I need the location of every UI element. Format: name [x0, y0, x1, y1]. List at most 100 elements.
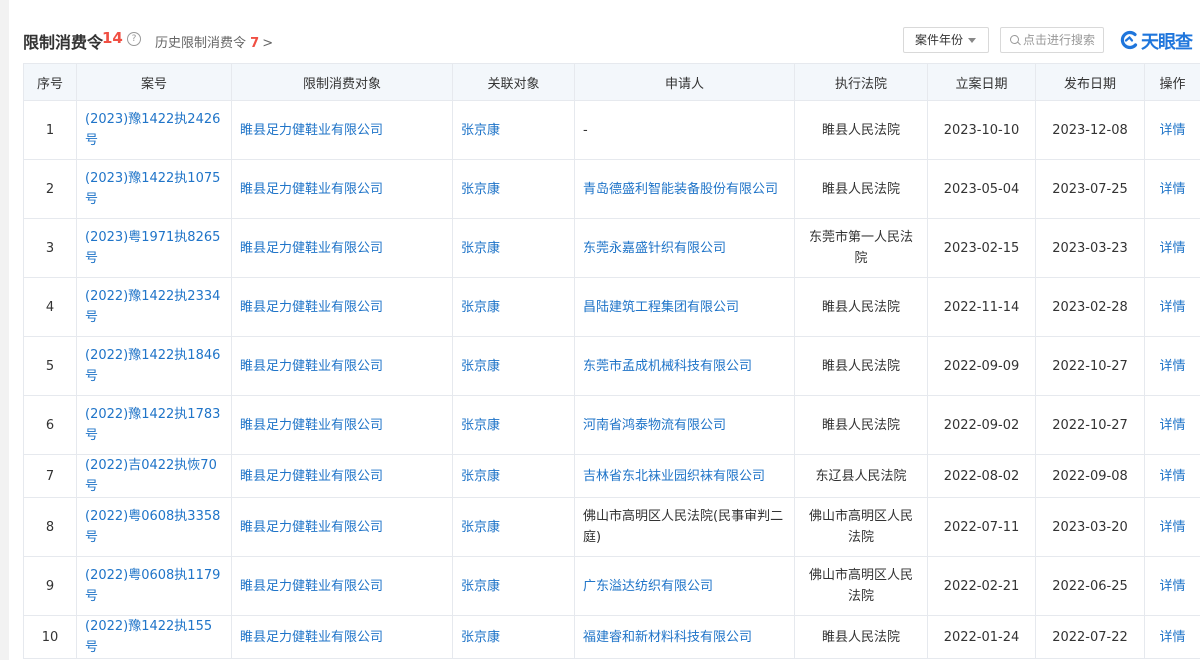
related-person-link[interactable]: 张京康: [452, 100, 575, 160]
row-number: 9: [23, 556, 77, 616]
table-row: 9 (2022)粤0608执1179号 睢县足力健鞋业有限公司 张京康 广东溢达…: [23, 556, 1200, 616]
table-row: 2 (2023)豫1422执1075号 睢县足力健鞋业有限公司 张京康 青岛德盛…: [23, 159, 1200, 219]
applicant-link[interactable]: 东莞市孟成机械科技有限公司: [574, 336, 795, 396]
history-restriction-link[interactable]: 历史限制消费令 7 >: [155, 32, 273, 51]
logo-text: 天眼查: [1141, 32, 1193, 53]
column-header: 限制消费对象: [231, 63, 453, 101]
related-person-link[interactable]: 张京康: [452, 615, 575, 659]
record-count: 14: [102, 29, 123, 47]
filing-date: 2022-09-09: [927, 336, 1036, 396]
details-link[interactable]: 详情: [1144, 615, 1200, 659]
details-link[interactable]: 详情: [1144, 218, 1200, 278]
court-text: 东辽县人民法院: [794, 454, 928, 498]
publish-date: 2023-03-23: [1035, 218, 1145, 278]
restricted-company-link[interactable]: 睢县足力健鞋业有限公司: [231, 218, 453, 278]
table-row: 10 (2022)豫1422执155号 睢县足力健鞋业有限公司 张京康 福建睿和…: [23, 615, 1200, 659]
table-row: 3 (2023)粤1971执8265号 睢县足力健鞋业有限公司 张京康 东莞永嘉…: [23, 218, 1200, 278]
search-input[interactable]: [1023, 31, 1101, 49]
publish-date: 2023-02-28: [1035, 277, 1145, 337]
court-text: 睢县人民法院: [794, 395, 928, 455]
case-number-link[interactable]: (2022)豫1422执1846号: [76, 336, 232, 396]
case-number-link[interactable]: (2023)豫1422执1075号: [76, 159, 232, 219]
related-person-link[interactable]: 张京康: [452, 218, 575, 278]
column-header: 序号: [23, 63, 77, 101]
chevron-right-icon: >: [262, 36, 274, 51]
court-text: 佛山市高明区人民法院: [794, 497, 928, 557]
court-text: 睢县人民法院: [794, 159, 928, 219]
applicant-link[interactable]: 东莞永嘉盛针织有限公司: [574, 218, 795, 278]
case-number-link[interactable]: (2022)豫1422执155号: [76, 615, 232, 659]
details-link[interactable]: 详情: [1144, 395, 1200, 455]
table-row: 5 (2022)豫1422执1846号 睢县足力健鞋业有限公司 张京康 东莞市孟…: [23, 336, 1200, 396]
publish-date: 2022-06-25: [1035, 556, 1145, 616]
details-link[interactable]: 详情: [1144, 336, 1200, 396]
help-icon[interactable]: ?: [127, 32, 141, 46]
restriction-table-container: 序号 案号 限制消费对象 关联对象 申请人 执行法院 立案日期 发布日期 操作 …: [23, 63, 1200, 660]
publish-date: 2023-12-08: [1035, 100, 1145, 160]
row-number: 8: [23, 497, 77, 557]
case-number-link[interactable]: (2022)粤0608执1179号: [76, 556, 232, 616]
details-link[interactable]: 详情: [1144, 556, 1200, 616]
restricted-company-link[interactable]: 睢县足力健鞋业有限公司: [231, 395, 453, 455]
case-number-link[interactable]: (2022)吉0422执恢70号: [76, 454, 232, 498]
section-header: 限制消费令 14 ? 历史限制消费令 7> 案件年份 天眼查: [23, 22, 1200, 58]
row-number: 5: [23, 336, 77, 396]
publish-date: 2022-07-22: [1035, 615, 1145, 659]
restricted-company-link[interactable]: 睢县足力健鞋业有限公司: [231, 497, 453, 557]
details-link[interactable]: 详情: [1144, 100, 1200, 160]
court-text: 睢县人民法院: [794, 277, 928, 337]
case-number-link[interactable]: (2023)豫1422执2426号: [76, 100, 232, 160]
publish-date: 2022-10-27: [1035, 395, 1145, 455]
filing-date: 2022-01-24: [927, 615, 1036, 659]
details-link[interactable]: 详情: [1144, 497, 1200, 557]
column-header: 发布日期: [1035, 63, 1145, 101]
restricted-company-link[interactable]: 睢县足力健鞋业有限公司: [231, 159, 453, 219]
history-count: 7: [250, 36, 260, 51]
table-header-row: 序号 案号 限制消费对象 关联对象 申请人 执行法院 立案日期 发布日期 操作: [23, 63, 1200, 101]
applicant-link[interactable]: 吉林省东北袜业园织袜有限公司: [574, 454, 795, 498]
related-person-link[interactable]: 张京康: [452, 159, 575, 219]
case-year-select[interactable]: 案件年份: [903, 27, 989, 53]
applicant-link[interactable]: 广东溢达纺织有限公司: [574, 556, 795, 616]
filing-date: 2022-08-02: [927, 454, 1036, 498]
case-number-link[interactable]: (2022)豫1422执2334号: [76, 277, 232, 337]
case-year-label: 案件年份: [915, 33, 964, 47]
column-header: 立案日期: [927, 63, 1036, 101]
table-row: 4 (2022)豫1422执2334号 睢县足力健鞋业有限公司 张京康 昌陆建筑…: [23, 277, 1200, 337]
filing-date: 2022-09-02: [927, 395, 1036, 455]
column-header: 操作: [1144, 63, 1200, 101]
related-person-link[interactable]: 张京康: [452, 556, 575, 616]
details-link[interactable]: 详情: [1144, 277, 1200, 337]
court-text: 睢县人民法院: [794, 100, 928, 160]
applicant-text: -: [574, 100, 795, 160]
case-number-link[interactable]: (2023)粤1971执8265号: [76, 218, 232, 278]
related-person-link[interactable]: 张京康: [452, 454, 575, 498]
details-link[interactable]: 详情: [1144, 454, 1200, 498]
applicant-link[interactable]: 青岛德盛利智能装备股份有限公司: [574, 159, 795, 219]
restricted-company-link[interactable]: 睢县足力健鞋业有限公司: [231, 100, 453, 160]
filing-date: 2022-02-21: [927, 556, 1036, 616]
restricted-company-link[interactable]: 睢县足力健鞋业有限公司: [231, 336, 453, 396]
applicant-link[interactable]: 福建睿和新材料科技有限公司: [574, 615, 795, 659]
related-person-link[interactable]: 张京康: [452, 395, 575, 455]
details-link[interactable]: 详情: [1144, 159, 1200, 219]
column-header: 执行法院: [794, 63, 928, 101]
row-number: 3: [23, 218, 77, 278]
restricted-company-link[interactable]: 睢县足力健鞋业有限公司: [231, 556, 453, 616]
case-number-link[interactable]: (2022)豫1422执1783号: [76, 395, 232, 455]
related-person-link[interactable]: 张京康: [452, 336, 575, 396]
restricted-company-link[interactable]: 睢县足力健鞋业有限公司: [231, 454, 453, 498]
logo-icon: [1120, 30, 1138, 50]
column-header: 申请人: [574, 63, 795, 101]
table-row: 8 (2022)粤0608执3358号 睢县足力健鞋业有限公司 张京康 佛山市高…: [23, 497, 1200, 557]
applicant-link[interactable]: 河南省鸿泰物流有限公司: [574, 395, 795, 455]
filing-date: 2023-02-15: [927, 218, 1036, 278]
search-icon: [1010, 35, 1019, 44]
related-person-link[interactable]: 张京康: [452, 277, 575, 337]
restricted-company-link[interactable]: 睢县足力健鞋业有限公司: [231, 615, 453, 659]
related-person-link[interactable]: 张京康: [452, 497, 575, 557]
case-number-link[interactable]: (2022)粤0608执3358号: [76, 497, 232, 557]
restricted-company-link[interactable]: 睢县足力健鞋业有限公司: [231, 277, 453, 337]
applicant-link[interactable]: 昌陆建筑工程集团有限公司: [574, 277, 795, 337]
applicant-text: 佛山市高明区人民法院(民事审判二庭): [574, 497, 795, 557]
